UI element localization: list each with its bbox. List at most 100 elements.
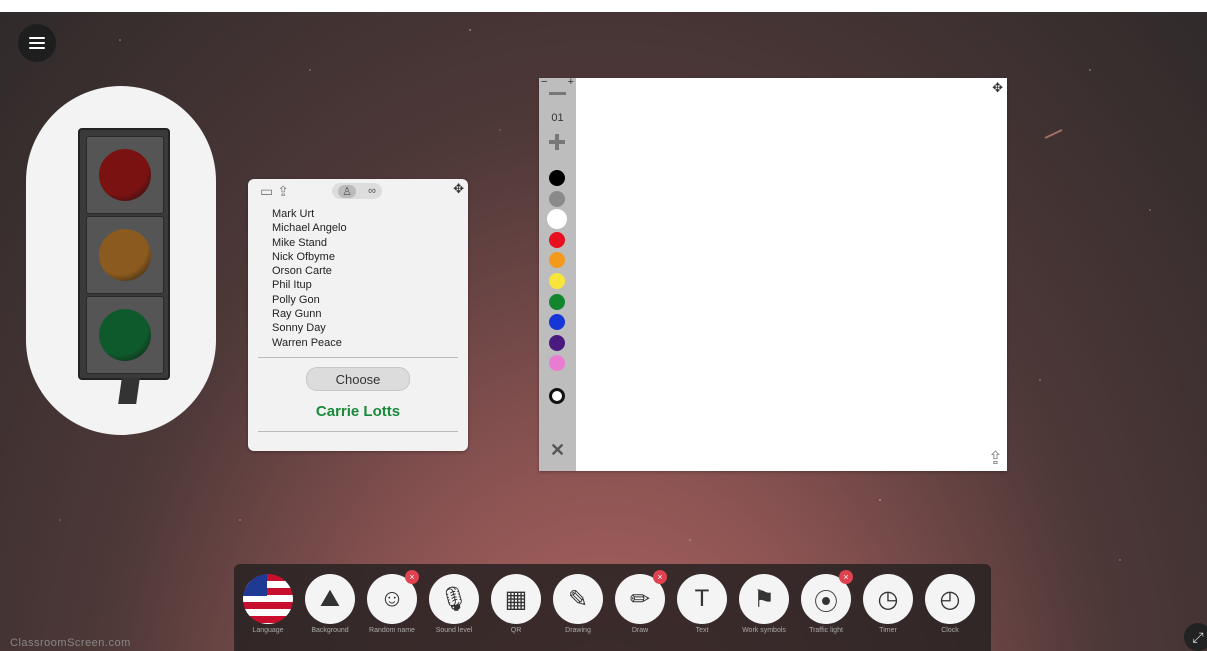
drawing-icon: ✎	[567, 585, 589, 613]
person-icon[interactable]: ♙	[338, 184, 356, 198]
site-watermark: ClassroomScreen.com	[10, 637, 131, 649]
pen-size-value: 01	[551, 112, 564, 124]
color-swatch[interactable]	[549, 211, 565, 228]
name-list-item: Polly Gon	[272, 293, 320, 306]
color-swatch[interactable]	[549, 252, 565, 269]
name-list-item: Phil Itup	[272, 279, 312, 292]
fullscreen-button[interactable]: ⤢	[1184, 623, 1207, 651]
dock-item-timer[interactable]: ◷ Timer	[860, 574, 916, 635]
dock-item-random-name[interactable]: ☺ × Random name	[364, 570, 420, 635]
increase-size-button[interactable]	[547, 132, 567, 152]
us-flag-icon	[243, 574, 293, 624]
expand-icon: ⤢	[1192, 628, 1204, 645]
dock-item-label: Random name	[369, 627, 415, 634]
name-list-item: Warren Peace	[272, 336, 342, 349]
traffic-light-pole	[118, 378, 140, 404]
zoom-controls: − +	[541, 76, 574, 88]
color-swatch[interactable]	[549, 170, 565, 186]
name-list: Mark Urt Michael Angelo Mike Stand Nick Ofb…	[272, 207, 347, 350]
choose-button[interactable]: Choose	[306, 367, 410, 391]
divider	[258, 431, 458, 432]
dock-item-clock[interactable]: ◴ Clock	[922, 574, 978, 635]
traffic-light-icon: ⦿	[814, 588, 838, 616]
name-list-item: Nick Ofbyme	[272, 250, 335, 263]
random-name-icon: ☺	[379, 585, 405, 612]
decrease-size-button[interactable]	[549, 92, 566, 95]
microphone-icon: 🎙	[438, 585, 470, 613]
name-list-item: Sonny Day	[272, 322, 326, 335]
red-lamp	[99, 149, 151, 201]
dock-item-label: QR	[510, 627, 522, 634]
color-swatch[interactable]	[549, 334, 565, 351]
close-badge-icon[interactable]: ×	[839, 570, 853, 584]
dock-item-label: Clock	[941, 627, 959, 634]
text-icon: T	[694, 585, 710, 612]
close-badge-icon[interactable]: ×	[405, 570, 419, 584]
dock-item-label: Sound level	[435, 627, 473, 634]
background-image-icon: ⛰	[319, 585, 341, 612]
name-list-item: Michael Angelo	[272, 222, 347, 235]
dock-item-label: Work symbols	[742, 627, 786, 634]
work-symbols-icon: ⚑	[753, 585, 775, 613]
name-list-item: Ray Gunn	[272, 308, 322, 321]
top-bar	[0, 0, 1207, 12]
dock-item-text[interactable]: T Text	[674, 574, 730, 635]
color-swatch[interactable]	[549, 314, 565, 331]
dock-item-draw[interactable]: ✏ × Draw	[612, 570, 668, 635]
glasses-icon[interactable]: ∞	[368, 185, 376, 197]
dock-item-label: Timer	[879, 627, 897, 634]
dock-item-traffic-light[interactable]: ⦿ × Traffic light	[798, 570, 854, 635]
green-lamp	[99, 309, 151, 361]
traffic-light-amber[interactable]	[86, 216, 164, 294]
eraser-button[interactable]	[549, 388, 565, 404]
color-swatch[interactable]	[549, 293, 565, 310]
color-swatch[interactable]	[549, 190, 565, 207]
widget-dock: Language ⛰ Background ☺ × Random name 🎙 Sound l…	[234, 564, 991, 651]
name-list-item: Orson Carte	[272, 265, 332, 278]
traffic-light-red[interactable]	[86, 136, 164, 214]
upload-icon[interactable]: ⇪	[277, 183, 289, 200]
main-menu-button[interactable]	[18, 24, 56, 62]
random-name-widget: ▭ ⇪ ♙ ∞ ✥ Mark Urt Michael Angelo Mike Sta…	[248, 179, 468, 451]
move-icon[interactable]: ✥	[453, 181, 464, 197]
color-swatch[interactable]	[549, 355, 565, 372]
hamburger-icon	[29, 37, 45, 49]
drawing-board-widget[interactable]: − + 01 ✕ ✥ ⇪	[539, 76, 1007, 471]
save-icon[interactable]: ▭	[260, 183, 273, 200]
dock-item-drawing[interactable]: ✎ Drawing	[550, 574, 606, 635]
dock-item-qr-code[interactable]: ▦ QR	[488, 574, 544, 635]
shrink-icon[interactable]: −	[541, 76, 547, 88]
name-list-item: Mike Stand	[272, 236, 328, 249]
color-swatch[interactable]	[549, 273, 565, 289]
chosen-name: Carrie Lotts	[315, 403, 401, 420]
dock-item-label: Language	[252, 627, 284, 634]
clear-icon[interactable]: ✕	[539, 440, 576, 461]
move-icon[interactable]: ✥	[992, 80, 1003, 96]
divider	[258, 357, 458, 358]
timer-icon: ◷	[877, 585, 899, 613]
dock-item-label: Text	[695, 627, 709, 634]
dock-item-label: Draw	[631, 627, 649, 634]
grow-icon[interactable]: +	[568, 76, 574, 88]
drawing-sidebar: − + 01 ✕	[539, 76, 576, 471]
amber-lamp	[99, 229, 151, 281]
dock-item-label: Traffic light	[809, 627, 843, 634]
color-swatch[interactable]	[549, 231, 565, 248]
draw-icon: ✏	[629, 585, 651, 613]
dock-item-label: Drawing	[565, 627, 591, 634]
dock-item-label: Background	[311, 627, 349, 634]
dock-item-work-symbols[interactable]: ⚑ Work symbols	[736, 574, 792, 635]
traffic-light-housing	[78, 128, 170, 380]
close-badge-icon[interactable]: ×	[653, 570, 667, 584]
picker-tools: ▭ ⇪	[260, 183, 289, 200]
dock-item-microphone[interactable]: 🎙 Sound level	[426, 574, 482, 635]
qr-code-icon: ▦	[504, 585, 528, 613]
clock-icon: ◴	[939, 585, 961, 613]
dock-item-us-flag[interactable]: Language	[240, 574, 296, 635]
name-list-item: Mark Urt	[272, 208, 315, 220]
dock-item-background-image[interactable]: ⛰ Background	[302, 574, 358, 635]
traffic-light-widget	[26, 86, 216, 435]
picker-mode-toggle[interactable]: ♙ ∞	[332, 183, 382, 199]
traffic-light-green[interactable]	[86, 296, 164, 374]
export-icon[interactable]: ⇪	[988, 448, 1003, 469]
